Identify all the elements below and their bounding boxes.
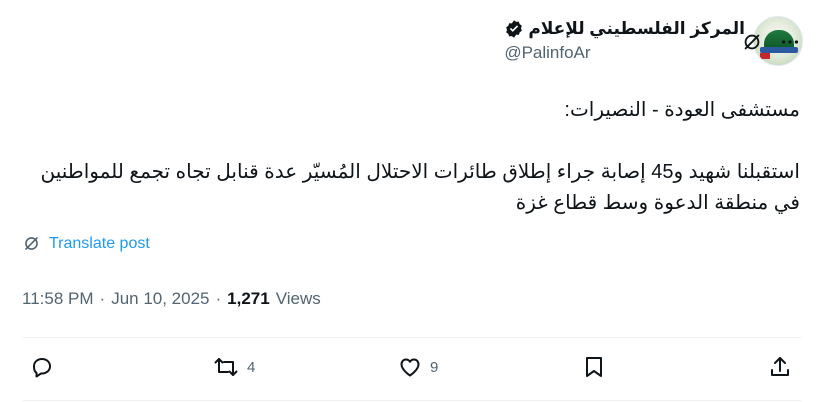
post-header: المركز الفلسطيني للإعلام @PalinfoAr <box>0 14 823 70</box>
author-names: المركز الفلسطيني للإعلام @PalinfoAr <box>504 16 745 63</box>
divider <box>22 400 802 401</box>
translate-label[interactable]: Translate post <box>49 235 150 253</box>
post-time[interactable]: 11:58 PM <box>22 289 94 309</box>
more-icon[interactable] <box>778 30 802 54</box>
grok-icon[interactable] <box>740 30 764 54</box>
like-icon <box>398 355 422 379</box>
post-meta: 11:58 PM · Jun 10, 2025 · 1,271 Views <box>22 289 321 309</box>
verified-badge-icon <box>504 19 524 39</box>
repost-icon <box>213 355 239 379</box>
name-row: المركز الفلسطيني للإعلام <box>504 19 745 39</box>
post-text: مستشفى العودة - النصيرات: استقبلنا شهيد … <box>40 99 801 214</box>
display-name[interactable]: المركز الفلسطيني للإعلام <box>528 19 745 39</box>
header-actions <box>740 30 802 54</box>
author-handle[interactable]: @PalinfoAr <box>504 43 590 63</box>
views-count: 1,271 <box>227 289 270 308</box>
post-date[interactable]: Jun 10, 2025 <box>111 289 209 309</box>
translate-icon <box>22 234 41 253</box>
like-count: 9 <box>430 358 439 376</box>
reply-icon <box>30 355 54 379</box>
share-icon <box>768 355 792 379</box>
repost-button[interactable]: 4 <box>213 355 255 379</box>
views-label: Views <box>275 289 321 308</box>
bookmark-icon <box>583 355 605 379</box>
meta-separator: · <box>215 289 222 308</box>
bookmark-button[interactable] <box>583 355 605 379</box>
action-bar: 4 9 <box>0 355 823 385</box>
share-button[interactable] <box>768 355 792 379</box>
meta-separator: · <box>99 289 106 308</box>
reply-button[interactable] <box>30 355 54 379</box>
like-button[interactable]: 9 <box>398 355 438 379</box>
repost-count: 4 <box>247 358 256 376</box>
divider <box>22 337 802 338</box>
translate-post-link[interactable]: Translate post <box>22 234 150 253</box>
